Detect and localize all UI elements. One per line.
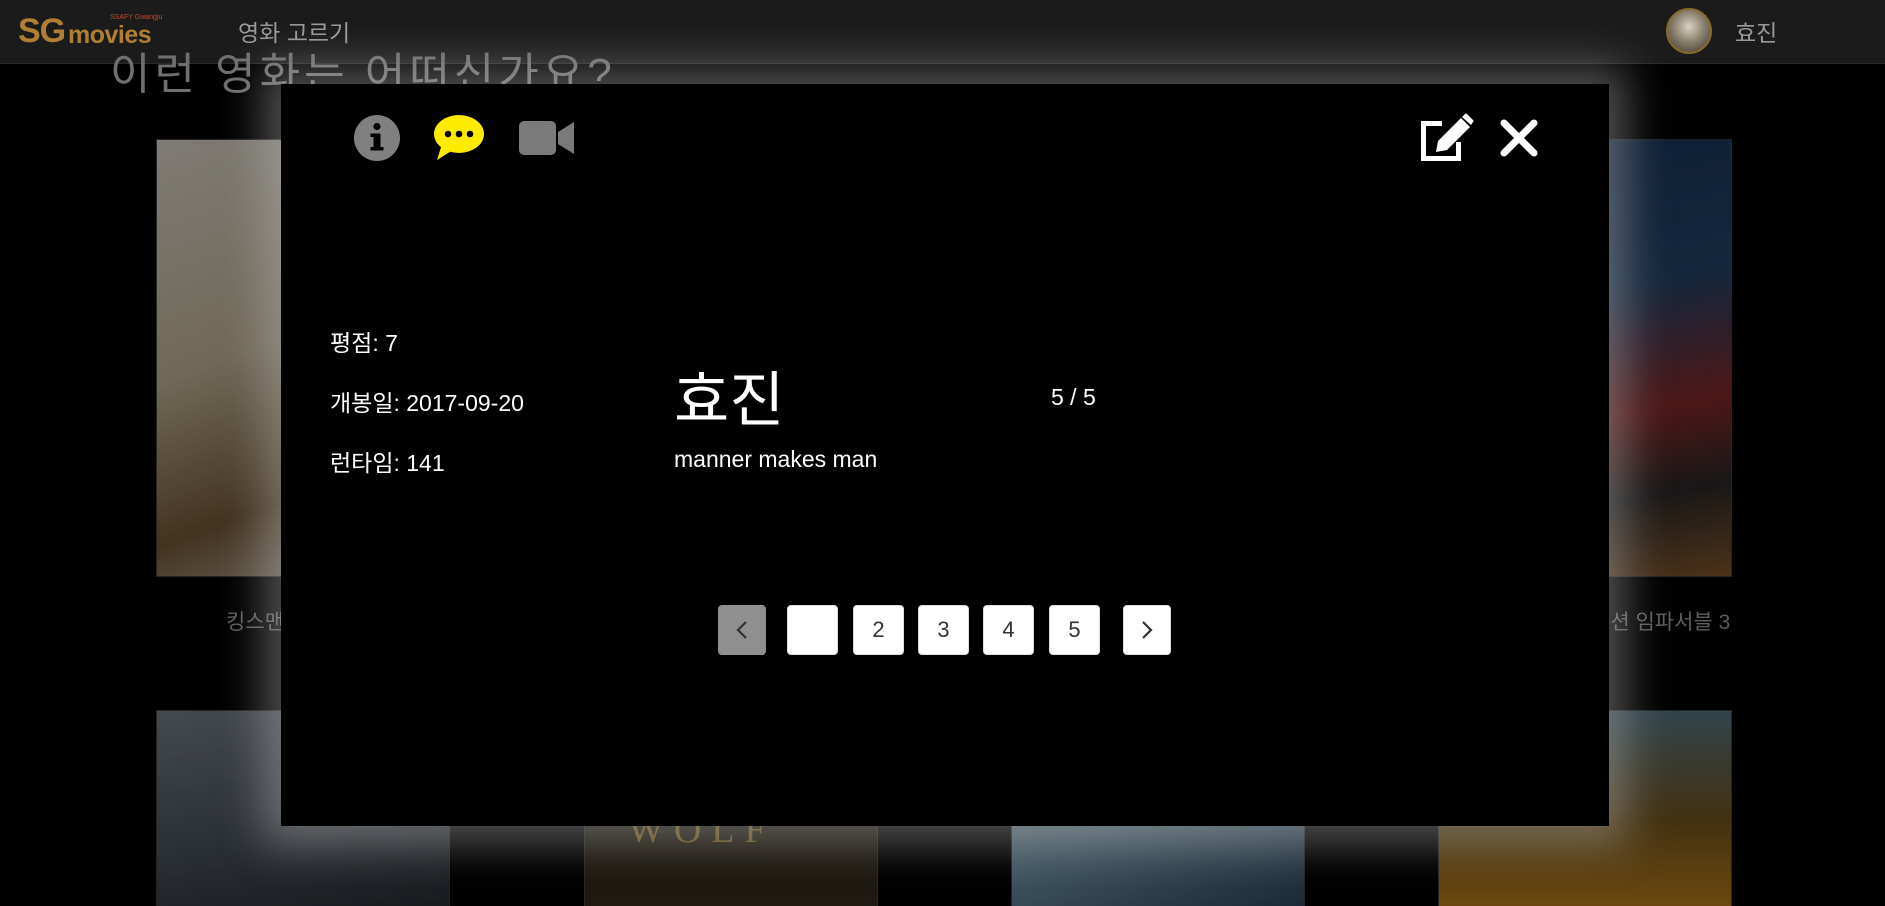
page-button-current[interactable] [787, 605, 838, 655]
movie-runtime: 런타임: 141 [330, 450, 445, 476]
info-circle-icon[interactable] [353, 114, 401, 162]
comment-dots-icon[interactable] [433, 114, 485, 162]
edit-icon[interactable] [1416, 112, 1474, 164]
review-author: 효진 [674, 367, 785, 434]
movie-detail-modal: 평점: 7 개봉일: 2017-09-20 런타임: 141 효진 5 / 5 … [281, 84, 1609, 826]
next-page-button[interactable] [1123, 605, 1171, 655]
chevron-left-icon [736, 621, 747, 639]
movie-rating: 평점: 7 [330, 330, 398, 356]
avatar[interactable] [1666, 8, 1712, 54]
page-button-3[interactable]: 3 [918, 605, 969, 655]
logo-tagline: SSAFY Gwangju [110, 14, 163, 21]
page-button-5[interactable]: 5 [1049, 605, 1100, 655]
poster-title: 미션 임파서블 3 [1591, 611, 1731, 634]
page-button-2[interactable]: 2 [853, 605, 904, 655]
logo-mark: SG [18, 12, 66, 50]
review-pagination: 2 3 4 5 [281, 605, 1609, 655]
movie-release-date: 개봉일: 2017-09-20 [330, 390, 524, 416]
page-button-4[interactable]: 4 [983, 605, 1034, 655]
video-camera-icon[interactable] [519, 118, 575, 158]
chevron-right-icon [1142, 621, 1153, 639]
prev-page-button[interactable] [718, 605, 766, 655]
close-icon[interactable] [1499, 118, 1539, 158]
review-content: manner makes man [674, 446, 878, 472]
nav-user-name[interactable]: 효진 [1735, 14, 1777, 48]
poster-title: 킹스맨 [226, 611, 284, 634]
review-counter: 5 / 5 [1051, 384, 1096, 410]
